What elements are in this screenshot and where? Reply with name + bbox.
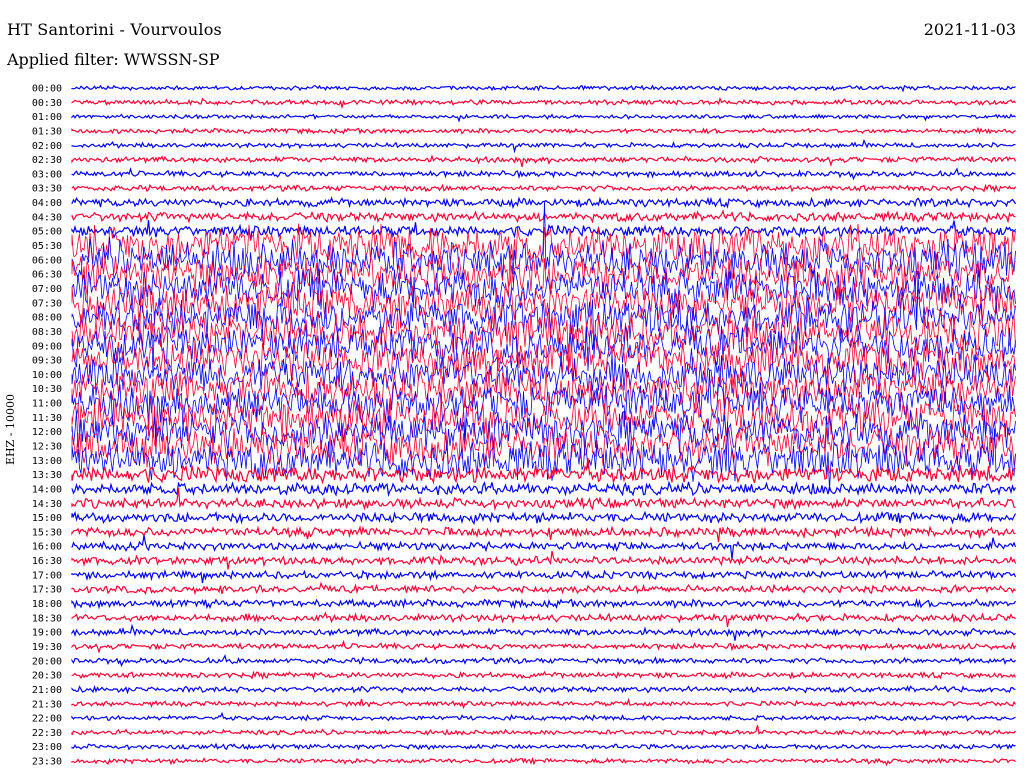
trace-line [71,597,1017,610]
row-time-label: 11:30 [32,413,62,424]
row-time-label: 04:00 [32,198,62,209]
row-time-label: 07:30 [32,298,62,309]
row-time-label: 01:00 [32,112,62,123]
trace-line [71,535,1017,560]
row-time-label: 14:00 [32,484,62,495]
row-time-label: 18:00 [32,599,62,610]
trace-line [71,550,1017,570]
row-time-label: 10:00 [32,370,62,381]
row-time-label: 22:30 [32,728,62,739]
trace-line [71,670,1017,681]
trace-line [71,623,1016,641]
trace-line [71,510,1017,526]
row-time-label: 19:00 [32,628,62,639]
row-time-label: 22:00 [32,714,62,725]
row-time-label: 17:30 [32,585,62,596]
row-time-label: 02:00 [32,141,62,152]
trace-line [71,525,1016,542]
trace-line [71,167,1016,181]
trace-line [71,711,1016,722]
row-time-label: 10:30 [32,384,62,395]
row-time-label: 13:30 [32,470,62,481]
row-time-label: 00:00 [32,84,62,95]
trace-line [71,684,1016,695]
row-time-label: 05:00 [32,227,62,238]
row-time-label: 23:00 [32,742,62,753]
row-time-label: 17:00 [32,570,62,581]
row-time-label: 07:00 [32,284,62,295]
row-time-label: 00:30 [32,98,62,109]
trace-line [71,697,1017,710]
row-time-label: 21:30 [32,699,62,710]
row-time-label: 06:30 [32,270,62,281]
row-time-label: 03:00 [32,169,62,180]
row-time-label: 19:30 [32,642,62,653]
row-time-label: 05:30 [32,241,62,252]
row-time-label: 16:00 [32,542,62,553]
trace-line [71,84,1016,93]
row-time-label: 18:30 [32,613,62,624]
row-time-label: 21:00 [32,685,62,696]
row-time-label: 15:30 [32,527,62,538]
helicorder-chart: 00:00 00:30 01:00 01:30 02:00 02:30 03:00 03:30… [32,84,1017,768]
row-time-label: 09:00 [32,341,62,352]
row-time-label: 08:30 [32,327,62,338]
row-time-label: 13:00 [32,456,62,467]
trace-line [71,639,1017,654]
trace-line [71,138,1016,154]
trace-line [71,126,1016,135]
trace-line [71,480,1017,497]
row-time-label: 20:00 [32,656,62,667]
trace-line [71,757,1016,767]
row-time-label: 14:30 [32,499,62,510]
row-time-label: 20:30 [32,671,62,682]
row-time-label: 09:30 [32,356,62,367]
row-time-label: 03:30 [32,184,62,195]
trace-line [71,725,1016,737]
row-time-label: 15:00 [32,513,62,524]
trace-line [71,611,1016,628]
trace-line [71,568,1017,584]
row-time-label: 02:30 [32,155,62,166]
row-time-label: 11:00 [32,399,62,410]
row-time-label: 06:00 [32,255,62,266]
row-time-label: 16:30 [32,556,62,567]
row-time-label: 08:00 [32,313,62,324]
row-time-label: 01:30 [32,126,62,137]
trace-line [71,654,1016,668]
row-time-label: 23:30 [32,757,62,768]
trace-line [71,154,1017,168]
row-time-label: 12:00 [32,427,62,438]
trace-line [71,581,1016,596]
trace-line [71,183,1016,194]
trace-line [71,113,1016,123]
trace-line [71,742,1016,751]
row-time-label: 12:30 [32,442,62,453]
row-time-label: 04:30 [32,212,62,223]
trace-line [71,96,1016,110]
trace-line [71,196,1017,210]
